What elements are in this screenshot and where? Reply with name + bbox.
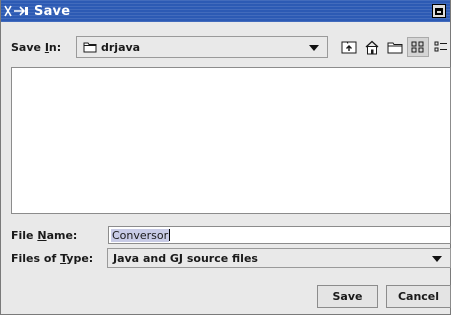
maximize-button[interactable] [432, 4, 446, 18]
new-folder-button[interactable] [384, 37, 406, 57]
window-menu-icon[interactable] [4, 3, 32, 19]
save-in-combo[interactable]: drjava [76, 36, 328, 58]
files-of-type-value: Java and GJ source files [113, 251, 258, 265]
up-folder-button[interactable] [338, 37, 360, 57]
save-dialog: Save Save In: drjava File Name: Converso… [0, 0, 451, 315]
file-name-value: Conversor [111, 228, 170, 242]
file-name-input[interactable]: Conversor [108, 226, 451, 244]
details-view-button[interactable] [430, 37, 452, 57]
files-of-type-combo[interactable]: Java and GJ source files [107, 248, 451, 268]
details-view-icon [434, 41, 447, 52]
file-name-label: File Name: [11, 229, 78, 242]
home-icon [365, 40, 379, 54]
text-caret [169, 229, 171, 241]
file-list[interactable] [11, 67, 451, 214]
up-folder-icon [341, 41, 357, 54]
save-in-value: drjava [101, 40, 141, 54]
chevron-down-icon[interactable] [309, 45, 319, 51]
list-view-button[interactable] [407, 37, 429, 57]
new-folder-icon [387, 42, 403, 53]
files-of-type-label: Files of Type: [11, 252, 94, 265]
save-button[interactable]: Save [317, 285, 378, 308]
home-button[interactable] [361, 37, 383, 57]
save-in-label: Save In: [11, 41, 62, 54]
folder-icon [83, 41, 97, 53]
cancel-button[interactable]: Cancel [386, 285, 451, 308]
list-view-icon [411, 41, 424, 53]
window-title: Save [34, 3, 71, 19]
maximize-icon [435, 7, 443, 15]
chevron-down-icon[interactable] [432, 256, 442, 262]
title-bar[interactable]: Save [1, 0, 450, 22]
